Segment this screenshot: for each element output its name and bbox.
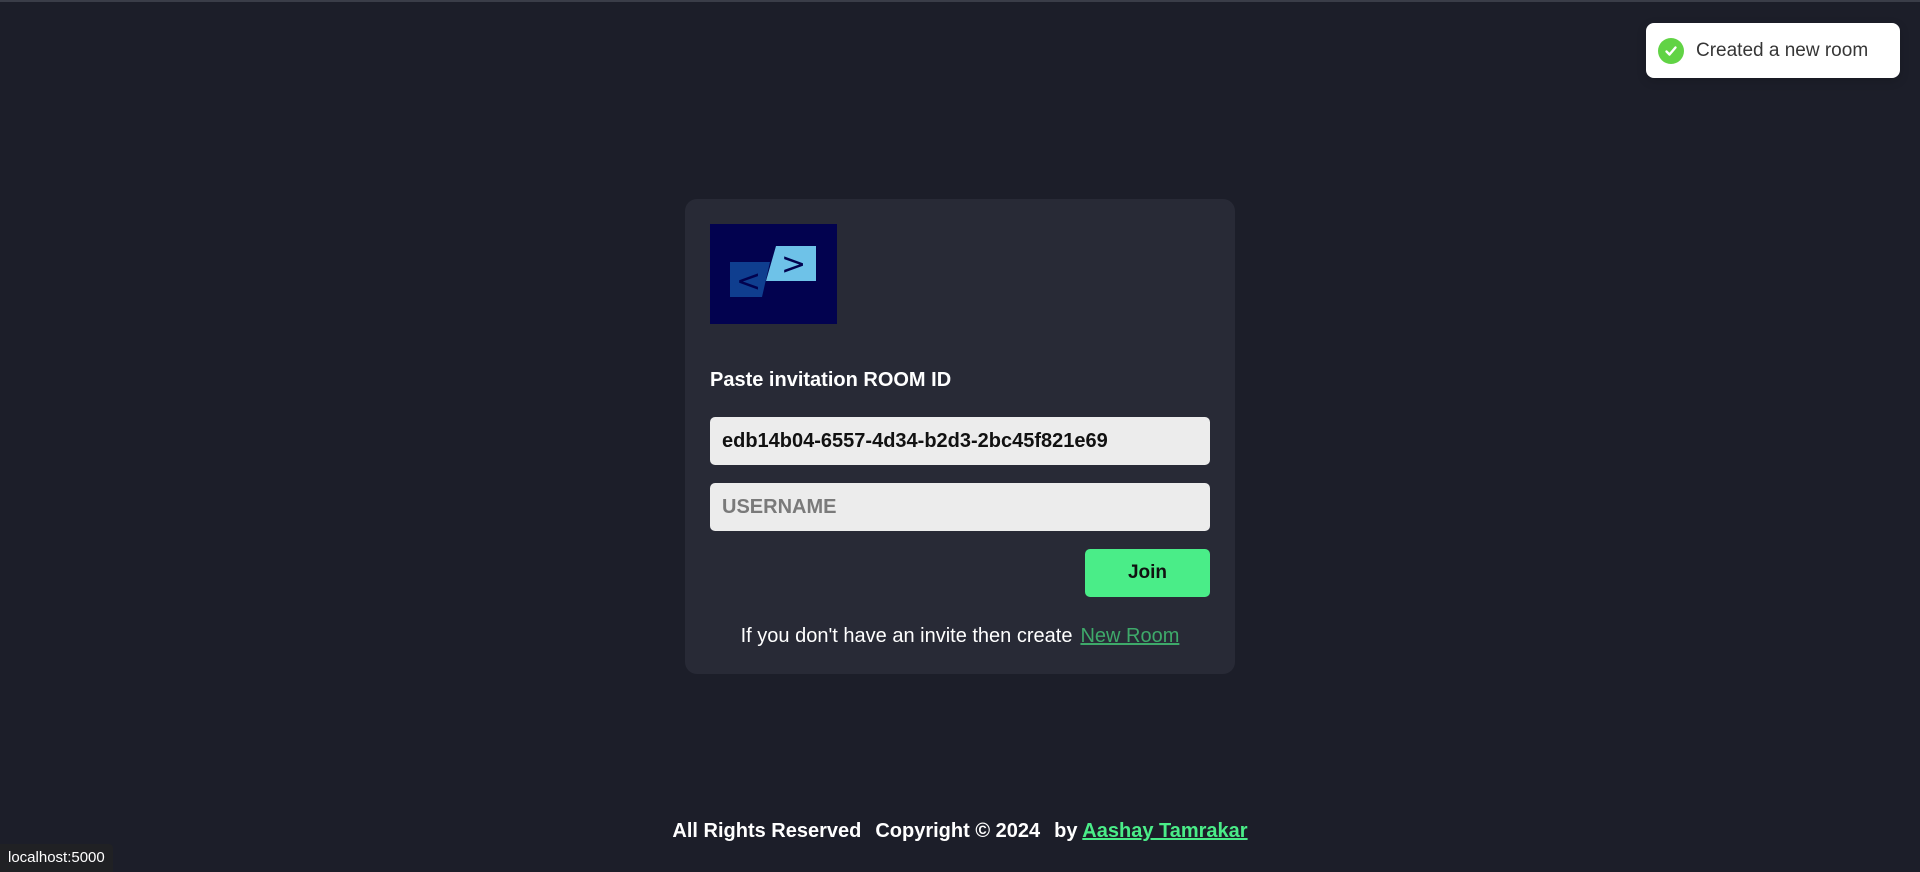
footer: All Rights Reserved Copyright © 2024 by Aa… [0, 820, 1920, 843]
code-brackets-logo: < > [710, 224, 837, 324]
join-room-card: < > Paste invitation ROOM ID Join If you… [685, 199, 1235, 674]
room-id-heading: Paste invitation ROOM ID [710, 369, 952, 391]
new-room-link[interactable]: New Room [1080, 625, 1179, 647]
rights-text: All Rights Reserved [672, 820, 862, 842]
join-button[interactable]: Join [1085, 549, 1210, 597]
create-room-text: If you don't have an invite then create [740, 625, 1073, 647]
username-input[interactable] [710, 483, 1210, 531]
toast-message: Created a new room [1696, 39, 1869, 61]
author-link[interactable]: Aashay Tamrakar [1082, 820, 1247, 842]
svg-text:>: > [781, 247, 806, 282]
toast-notification: Created a new room [1646, 23, 1900, 78]
room-id-input[interactable] [710, 417, 1210, 465]
top-border [0, 0, 1920, 2]
create-room-info: If you don't have an invite then create N… [685, 625, 1235, 648]
check-circle-icon [1658, 37, 1684, 64]
status-bar-url: localhost:5000 [0, 844, 113, 872]
copyright-text: Copyright © 2024 [875, 820, 1041, 842]
svg-text:<: < [736, 264, 761, 299]
by-text: by [1054, 820, 1078, 842]
